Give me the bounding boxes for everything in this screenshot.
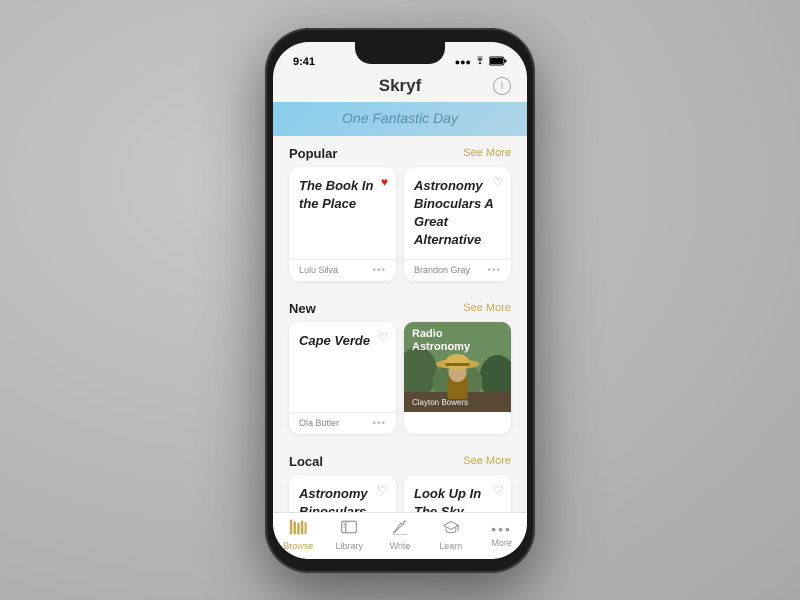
battery-icon (489, 56, 507, 68)
status-time: 9:41 (293, 56, 315, 68)
book-card-content-2: Astronomy Binoculars A Great Alternative… (404, 167, 511, 259)
heart-icon-local-1[interactable]: ♡ (377, 483, 388, 497)
info-icon[interactable]: i (493, 77, 511, 95)
book-card-content-local-2: Look Up In The Sky ♡ (404, 475, 511, 512)
book-footer-1: Lulu Silva ••• (289, 259, 396, 281)
book-title-3: Cape Verde (299, 333, 370, 348)
book-title-local-1: Astronomy Binoculars (299, 486, 368, 512)
write-icon (391, 519, 409, 539)
book-footer-3: Ola Butler ••• (289, 412, 396, 434)
write-label: Write (390, 541, 411, 551)
tab-bar: Browse Library (273, 512, 527, 559)
new-label: New (289, 301, 316, 316)
wifi-icon (474, 56, 486, 68)
app-title: Skryf (379, 76, 422, 96)
tab-learn[interactable]: Learn (425, 519, 476, 551)
app-header: Skryf i (273, 72, 527, 102)
new-section-header: New See More (273, 291, 527, 322)
library-icon (340, 519, 358, 539)
book-title-1: The Book In the Place (299, 178, 373, 211)
heart-icon-3[interactable]: ♡ (377, 330, 388, 344)
tab-write[interactable]: Write (375, 519, 426, 551)
heart-icon-2[interactable]: ♡ (492, 175, 503, 189)
book-card-content-local-1: Astronomy Binoculars ♡ (289, 475, 396, 512)
book-card-content-3: Cape Verde ♡ (289, 322, 396, 412)
heart-icon-local-2[interactable]: ♡ (492, 483, 503, 497)
book-card-local-2[interactable]: Look Up In The Sky ♡ (404, 475, 511, 512)
heart-icon-1[interactable]: ♥ (381, 175, 388, 189)
new-books-row: Cape Verde ♡ Ola Butler ••• (273, 322, 527, 444)
featured-banner[interactable]: One Fantastic Day (273, 102, 527, 136)
banner-text: One Fantastic Day (342, 110, 458, 126)
author-2: Brandon Gray (414, 265, 470, 275)
browse-icon (289, 519, 307, 539)
phone-screen: 9:41 ●●● (273, 42, 527, 559)
status-icons: ●●● (455, 56, 507, 68)
notch (355, 42, 445, 64)
library-label: Library (335, 541, 363, 551)
book-card-content-1: The Book In the Place ♥ (289, 167, 396, 259)
book-card-popular-1[interactable]: The Book In the Place ♥ Lulu Silva ••• (289, 167, 396, 281)
book-card-local-1[interactable]: Astronomy Binoculars ♡ (289, 475, 396, 512)
dots-3[interactable]: ••• (372, 418, 386, 429)
book-title-2: Astronomy Binoculars A Great Alternative (414, 178, 493, 247)
more-label: More (491, 538, 512, 548)
book-image-author: Clayton Bowers (412, 398, 468, 407)
popular-section-header: Popular See More (273, 136, 527, 167)
dots-2[interactable]: ••• (487, 265, 501, 276)
more-icon: ••• (491, 522, 512, 536)
tab-library[interactable]: Library (324, 519, 375, 551)
book-card-new-2[interactable]: RadioAstronomy Clayton Bowers (404, 322, 511, 434)
book-image-radio: RadioAstronomy Clayton Bowers (404, 322, 511, 412)
book-card-popular-2[interactable]: Astronomy Binoculars A Great Alternative… (404, 167, 511, 281)
tab-more[interactable]: ••• More (476, 522, 527, 548)
author-3: Ola Butler (299, 418, 339, 428)
new-see-more[interactable]: See More (463, 302, 511, 314)
local-section-header: Local See More (273, 444, 527, 475)
popular-see-more[interactable]: See More (463, 147, 511, 159)
book-card-new-1[interactable]: Cape Verde ♡ Ola Butler ••• (289, 322, 396, 434)
phone-shell: 9:41 ●●● (265, 28, 535, 573)
author-1: Lulu Silva (299, 265, 338, 275)
book-footer-2: Brandon Gray ••• (404, 259, 511, 281)
book-image-title: RadioAstronomy (412, 328, 470, 354)
local-see-more[interactable]: See More (463, 455, 511, 467)
local-books-row: Astronomy Binoculars ♡ Look Up In The Sk… (273, 475, 527, 512)
book-title-local-2: Look Up In The Sky (414, 486, 481, 512)
tab-browse[interactable]: Browse (273, 519, 324, 551)
local-label: Local (289, 454, 323, 469)
popular-label: Popular (289, 146, 337, 161)
popular-books-row: The Book In the Place ♥ Lulu Silva ••• A… (273, 167, 527, 291)
content-scroll[interactable]: Popular See More The Book In the Place ♥… (273, 136, 527, 512)
signal-icon: ●●● (455, 57, 471, 67)
learn-label: Learn (439, 541, 462, 551)
dots-1[interactable]: ••• (372, 265, 386, 276)
browse-label: Browse (283, 541, 313, 551)
learn-icon (442, 519, 460, 539)
